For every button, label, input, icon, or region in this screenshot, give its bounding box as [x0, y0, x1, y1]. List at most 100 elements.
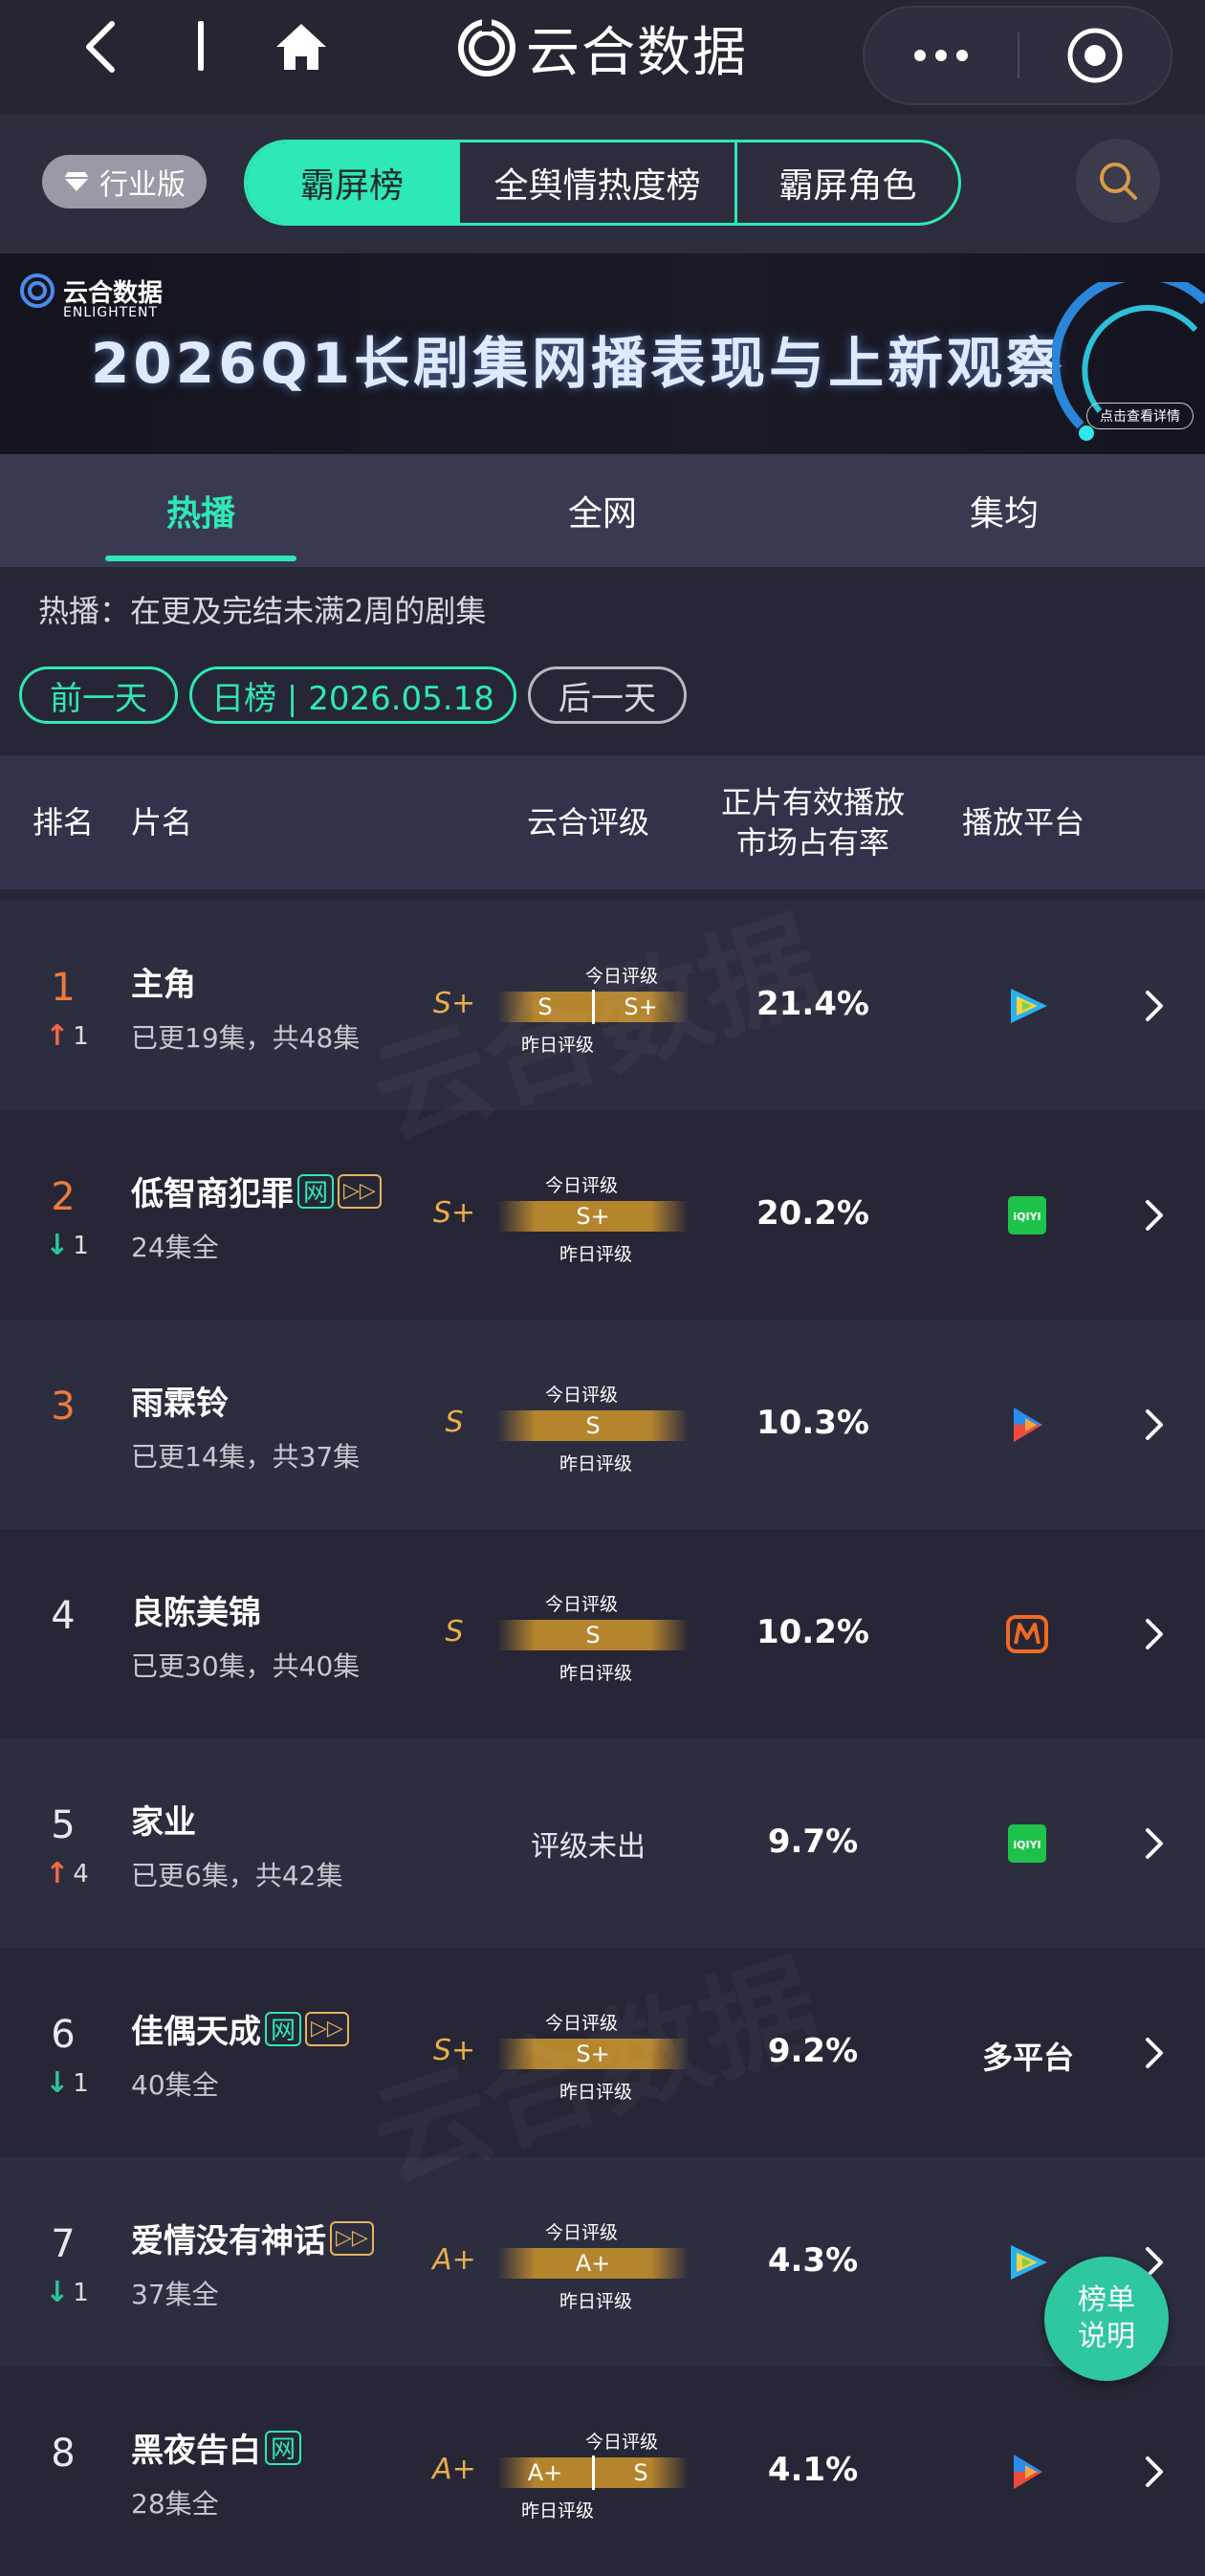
yunhe-logo-icon	[20, 273, 55, 308]
rank-change: ↓ 1	[38, 2066, 96, 2100]
back-button[interactable]	[67, 13, 134, 80]
current-grade: S+	[432, 2034, 476, 2067]
next-day-button[interactable]: 后一天	[528, 666, 687, 724]
yesterday-grade: A+	[527, 2459, 563, 2486]
table-row[interactable]: 5 ↑ 4 家业 已更6集，共42集 评级未出 9.7% iQIYI	[0, 1738, 1205, 1948]
grade-bar: S+	[497, 1201, 689, 1232]
arrow-up-icon: ↑	[45, 1857, 70, 1890]
header-grade: 云合评级	[526, 804, 649, 840]
platform-icon	[993, 979, 1062, 1033]
ranking-list: 1 ↑ 1 主角 已更19集，共48集 S+ S S+ 今日评级 昨日评级 21.4% 2 ↓ 1 低智商犯…	[0, 901, 1205, 2576]
today-grade: S	[633, 2459, 648, 2486]
divider	[198, 21, 204, 71]
ranking-explanation-button[interactable]: 榜单 说明	[1044, 2257, 1169, 2381]
grade-bar: S	[497, 1620, 689, 1650]
table-row[interactable]: 4 良陈美锦 已更30集，共40集 S S 今日评级 昨日评级 10.2%	[0, 1529, 1205, 1738]
row-detail-button[interactable]	[1143, 2036, 1166, 2074]
arrow-up-icon: ↑	[45, 1019, 70, 1053]
header-title: 片名	[131, 804, 193, 840]
rank-number: 7	[51, 2222, 76, 2266]
subtabs: 热播 全网 集均	[0, 454, 1205, 567]
yesterday-grade-label: 昨日评级	[521, 2500, 595, 2521]
rank-change-value: 1	[73, 1021, 89, 1051]
current-date-button[interactable]: 日榜 | 2026.05.18	[189, 666, 516, 724]
market-share: 9.7%	[767, 1823, 859, 1861]
brand-name: 云合数据	[526, 21, 748, 84]
table-row[interactable]: 6 ↓ 1 佳偶天成网 ▷▷ 40集全 S+ S+ 今日评级 昨日评级 9.2% 多平台	[0, 1948, 1205, 2157]
yesterday-grade-label: 昨日评级	[559, 2291, 633, 2312]
rank-change-value: 1	[73, 2278, 89, 2307]
drama-title: 雨霖铃	[131, 1377, 229, 1424]
industry-edition-badge[interactable]: 行业版	[42, 155, 207, 208]
tab-per-episode[interactable]: 集均	[803, 454, 1205, 567]
drama-name: 黑夜告白	[131, 2432, 261, 2470]
header-share-line2: 市场占有率	[735, 824, 889, 861]
table-row[interactable]: 1 ↑ 1 主角 已更19集，共48集 S+ S S+ 今日评级 昨日评级 21.4%	[0, 901, 1205, 1110]
chevron-right-icon	[1146, 2456, 1163, 2487]
rank-number: 2	[51, 1175, 76, 1219]
table-row[interactable]: 3 雨霖铃 已更14集，共37集 S S 今日评级 昨日评级 10.3%	[0, 1320, 1205, 1529]
today-grade: S+	[576, 2041, 610, 2067]
yesterday-grade-label: 昨日评级	[559, 1244, 633, 1265]
title-bar: 云合数据	[0, 0, 1205, 115]
grade-bar: S+	[497, 2039, 689, 2069]
close-miniprogram-button[interactable]	[1019, 8, 1171, 103]
report-banner[interactable]: 云合数据 ENLIGHTENT 2026Q1长剧集网播表现与上新观察 点击查看详…	[0, 253, 1205, 454]
current-grade: S	[445, 1615, 464, 1648]
tab-bapingjuese[interactable]: 霸屏角色	[734, 142, 958, 223]
prev-day-button[interactable]: 前一天	[19, 666, 178, 724]
grade-bar: A+ S	[497, 2456, 689, 2490]
row-detail-button[interactable]	[1143, 2455, 1166, 2493]
tab-hot[interactable]: 热播	[0, 454, 402, 567]
chevron-right-icon	[1146, 1828, 1163, 1859]
episode-info: 28集全	[131, 2488, 219, 2520]
today-grade-label: 今日评级	[545, 1175, 619, 1196]
miniprogram-capsule	[863, 6, 1172, 105]
episode-info: 已更19集，共48集	[131, 1022, 361, 1054]
tab-quanyuqing[interactable]: 全舆情热度榜	[457, 142, 734, 223]
tab-bapingbang[interactable]: 霸屏榜	[247, 142, 457, 223]
rank-change-value: 1	[73, 2068, 89, 2098]
drama-title: 爱情没有神话 ▷▷	[131, 2215, 374, 2261]
arrow-down-icon: ↓	[45, 1229, 70, 1262]
row-detail-button[interactable]	[1143, 1198, 1166, 1236]
tab-all-network[interactable]: 全网	[402, 454, 803, 567]
row-detail-button[interactable]	[1143, 1408, 1166, 1446]
table-row[interactable]: 7 ↓ 1 爱情没有神话 ▷▷ 37集全 A+ A+ 今日评级 昨日评级 4.3%	[0, 2157, 1205, 2367]
current-grade: S	[445, 1406, 464, 1439]
banner-logo-cn: 云合数据	[63, 278, 164, 308]
banner-detail-link[interactable]: 点击查看详情	[1086, 403, 1194, 429]
chevron-right-icon	[1146, 2038, 1163, 2068]
row-detail-button[interactable]	[1143, 1617, 1166, 1655]
drama-title: 黑夜告白网	[131, 2424, 302, 2471]
current-grade: A+	[432, 2453, 476, 2486]
drama-name: 家业	[131, 1803, 196, 1842]
vip-play-icon: ▷▷	[305, 2011, 349, 2046]
youku-icon	[1014, 1408, 1042, 1442]
yunhe-logo-icon	[458, 18, 515, 76]
today-grade-label: 今日评级	[585, 966, 659, 987]
table-row[interactable]: 8 黑夜告白网 28集全 A+ A+ S 今日评级 昨日评级 4.1%	[0, 2367, 1205, 2576]
home-button[interactable]	[268, 13, 335, 80]
record-icon	[1067, 28, 1123, 83]
table-header: 排名 片名 云合评级 正片有效播放 市场占有率 播放平台	[0, 755, 1205, 889]
rank-number: 3	[51, 1385, 76, 1429]
today-grade: S+	[624, 993, 658, 1020]
search-button[interactable]	[1076, 139, 1160, 223]
banner-title: 2026Q1长剧集网播表现与上新观察	[91, 331, 1066, 396]
row-detail-button[interactable]	[1143, 989, 1166, 1027]
table-row[interactable]: 2 ↓ 1 低智商犯罪网 ▷▷ 24集全 S+ S+ 今日评级 昨日评级 20.2% iQIYI	[0, 1110, 1205, 1320]
grade-bar: S S+	[497, 990, 689, 1024]
row-detail-button[interactable]	[1143, 1826, 1166, 1865]
drama-name: 主角	[131, 966, 196, 1004]
platform-icon	[993, 2445, 1062, 2499]
yesterday-grade-label: 昨日评级	[559, 1663, 633, 1684]
episode-info: 40集全	[131, 2069, 219, 2101]
more-button[interactable]	[865, 8, 1018, 103]
iqiyi-icon: iQIYI	[1008, 1196, 1046, 1234]
yesterday-grade: S	[537, 993, 553, 1020]
web-drama-tag: 网	[297, 1173, 335, 1209]
youku-icon	[1014, 2455, 1042, 2489]
banner-logo: 云合数据 ENLIGHTENT	[19, 273, 164, 320]
episode-info: 已更30集，共40集	[131, 1650, 361, 1682]
